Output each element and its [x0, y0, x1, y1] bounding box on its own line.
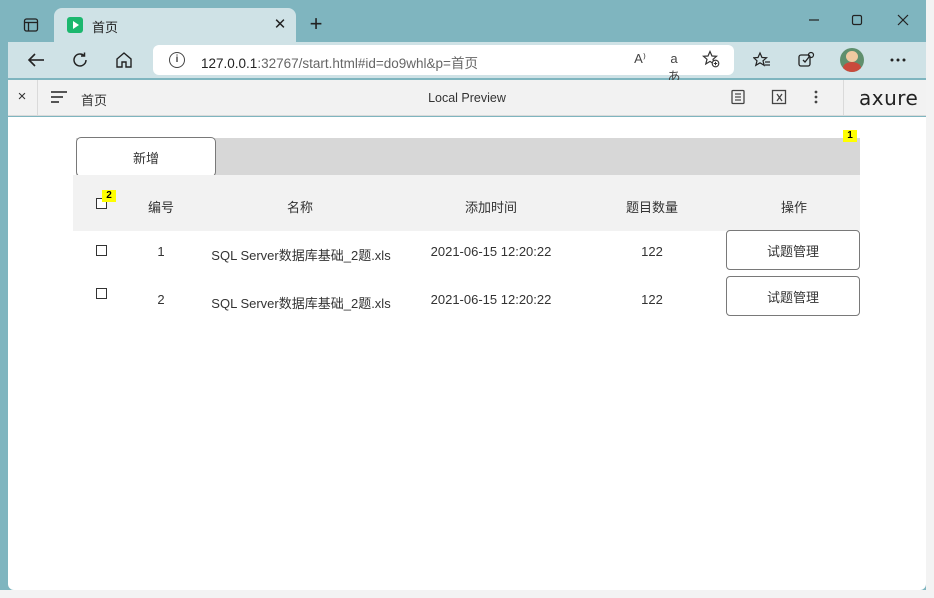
tab-home[interactable]: 首页 ✕ [54, 8, 296, 42]
minimize-icon[interactable] [794, 10, 834, 34]
row-id: 1 [157, 244, 165, 259]
favorites-icon[interactable] [749, 47, 775, 73]
translate-icon[interactable]: aあ [664, 51, 684, 84]
back-icon[interactable] [23, 47, 49, 73]
manage-questions-button[interactable]: 试题管理 [726, 230, 860, 270]
plus-icon[interactable]: + [304, 13, 328, 37]
row-checkbox[interactable] [96, 245, 107, 256]
desktop-background [926, 0, 934, 598]
column-header-name: 名称 [286, 200, 313, 215]
info-icon[interactable]: i [169, 52, 185, 68]
add-favorite-icon[interactable] [701, 50, 721, 68]
desktop-background-bottom [0, 590, 934, 598]
close-tab-icon[interactable]: ✕ [270, 15, 290, 35]
column-header-actions: 操作 [780, 200, 807, 215]
home-icon[interactable] [111, 47, 137, 73]
notes-icon[interactable] [730, 89, 748, 107]
axure-logo: axure [859, 86, 919, 110]
column-header-time: 添加时间 [464, 200, 517, 215]
row-name: SQL Server数据库基础_2题.xls [211, 296, 391, 311]
close-window-icon[interactable] [883, 10, 923, 34]
tab-strip: 首页 ✕ + [8, 0, 926, 42]
more-icon[interactable] [885, 47, 911, 73]
browser-toolbar: i 127.0.0.1:32767/start.html#id=do9whl&p… [8, 42, 926, 84]
row-id: 2 [157, 292, 165, 307]
page-canvas: 1 新增 2 编号 名称 添加时间 题目数量 操作 1 SQL Server数据… [8, 117, 926, 590]
extensions-icon[interactable] [793, 47, 819, 73]
play-favicon-icon [67, 17, 83, 33]
column-header-id: 编号 [147, 200, 174, 215]
row-time: 2021-06-15 12:20:22 [430, 292, 552, 307]
row-checkbox[interactable] [96, 288, 107, 299]
annotation-badge: 1 [843, 130, 857, 142]
url-path: :32767/start.html#id=do9whl&p=首页 [257, 56, 478, 71]
row-count: 122 [641, 244, 663, 259]
refresh-icon[interactable] [67, 47, 93, 73]
column-header-count: 题目数量 [625, 200, 678, 215]
tab-title: 首页 [92, 20, 119, 35]
address-bar[interactable]: i 127.0.0.1:32767/start.html#id=do9whl&p… [153, 45, 734, 84]
annotation-badge: 2 [102, 190, 116, 202]
inspect-icon[interactable] [771, 89, 789, 107]
add-button[interactable]: 新增 [76, 137, 216, 177]
url-text[interactable]: 127.0.0.1:32767/start.html#id=do9whl&p=首… [201, 52, 478, 72]
read-aloud-icon[interactable]: A⁾ [630, 51, 650, 69]
avatar[interactable] [840, 48, 864, 72]
divider [843, 80, 844, 116]
url-host: 127.0.0.1 [201, 56, 258, 71]
row-name: SQL Server数据库基础_2题.xls [211, 248, 391, 263]
maximize-icon[interactable] [837, 10, 877, 34]
options-icon[interactable] [814, 89, 832, 107]
axure-toolbar: × 首页 Local Preview axure [8, 80, 926, 116]
row-time: 2021-06-15 12:20:22 [430, 244, 552, 259]
tab-actions-icon[interactable] [20, 14, 42, 36]
manage-questions-button[interactable]: 试题管理 [726, 276, 860, 316]
browser-window: 首页 ✕ + i 127.0.0.1:32767/start.html#id=d… [8, 0, 926, 590]
row-count: 122 [641, 292, 663, 307]
